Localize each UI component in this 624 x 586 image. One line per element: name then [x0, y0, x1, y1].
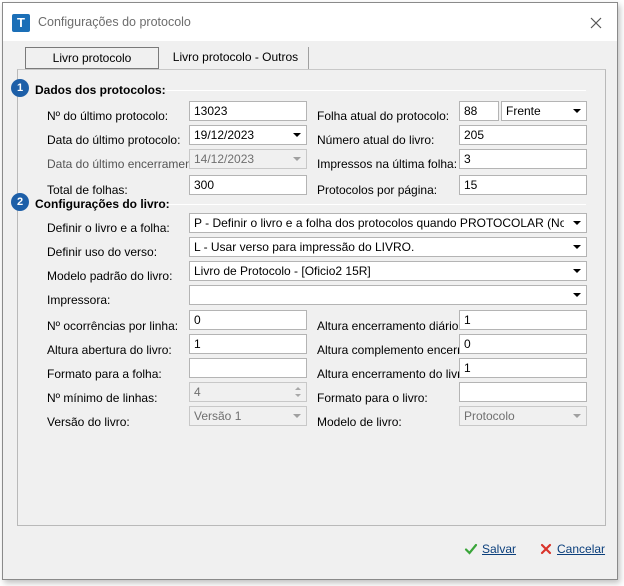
formato-folha-label: Formato para a folha:	[47, 367, 162, 381]
save-button[interactable]: Salvar	[464, 538, 516, 560]
section-title: Configurações do livro:	[35, 197, 170, 211]
versao-select: Versão 1	[189, 406, 307, 426]
altura-encerramento-livro-label: Altura encerramento do livro:	[317, 367, 472, 381]
checkmark-icon	[464, 543, 478, 555]
select-value: L - Usar verso para impressão do LIVRO.	[194, 240, 415, 254]
section-title: Dados dos protocolos:	[35, 83, 166, 97]
modelo-livro-label: Modelo de livro:	[317, 415, 402, 429]
total-folhas-input[interactable]: 300	[189, 175, 307, 195]
formato-livro-label: Formato para o livro:	[317, 391, 428, 405]
close-button[interactable]	[588, 15, 604, 31]
chevron-down-icon[interactable]	[568, 102, 586, 120]
tab-livro-protocolo[interactable]: Livro protocolo	[25, 47, 159, 69]
window-title: Configurações do protocolo	[38, 15, 191, 29]
tab-label: Livro protocolo	[52, 51, 132, 65]
x-mark-icon	[540, 543, 552, 555]
definir-verso-label: Definir uso do verso:	[47, 245, 158, 259]
section-divider	[166, 204, 586, 205]
chevron-down-icon[interactable]	[568, 286, 586, 304]
folha-atual-label: Folha atual do protocolo:	[317, 109, 450, 123]
tab-livro-protocolo-outros[interactable]: Livro protocolo - Outros	[163, 47, 309, 69]
chevron-down-icon	[288, 150, 306, 168]
total-folhas-label: Total de folhas:	[47, 183, 128, 197]
modelo-padrao-label: Modelo padrão do livro:	[47, 269, 173, 283]
data-ultimo-encerramento-label: Data do último encerramento:	[47, 157, 206, 171]
select-value: P - Definir o livro e a folha dos protoc…	[194, 216, 564, 230]
chevron-down-icon	[288, 407, 306, 425]
section-number-badge: 1	[11, 79, 29, 97]
section-number-badge: 2	[11, 193, 29, 211]
close-icon	[590, 17, 602, 29]
chevron-down-icon[interactable]	[288, 126, 306, 144]
data-ultimo-protocolo-datepicker[interactable]: 19/12/2023	[189, 125, 307, 145]
minimo-linhas-spinner: 4	[189, 382, 307, 402]
select-value: Versão 1	[194, 409, 242, 423]
folha-lado-select[interactable]: Frente	[501, 101, 587, 121]
modelo-padrao-select[interactable]: Livro de Protocolo - [Oficio2 15R]	[189, 261, 587, 281]
save-label: Salvar	[482, 542, 517, 556]
impressos-input[interactable]: 3	[459, 149, 587, 169]
impressora-select[interactable]	[189, 285, 587, 305]
modelo-livro-select: Protocolo	[459, 406, 587, 426]
title-bar: T Configurações do protocolo	[3, 3, 617, 41]
spinner-arrows-icon	[290, 383, 306, 401]
protocolos-pagina-label: Protocolos por página:	[317, 183, 438, 197]
app-logo-icon: T	[12, 14, 30, 32]
altura-complemento-label: Altura complemento encerr.:	[317, 343, 468, 357]
altura-abertura-label: Altura abertura do livro:	[47, 343, 172, 357]
numero-livro-label: Número atual do livro:	[317, 133, 435, 147]
definir-verso-select[interactable]: L - Usar verso para impressão do LIVRO.	[189, 237, 587, 257]
ultimo-protocolo-label: Nº do último protocolo:	[47, 109, 169, 123]
select-value: Frente	[506, 104, 541, 118]
folha-atual-input[interactable]: 88	[459, 101, 499, 121]
cancel-button[interactable]: Cancelar	[539, 538, 605, 560]
dialog-window: T Configurações do protocolo Livro proto…	[2, 2, 618, 580]
data-ultimo-encerramento-datepicker: 14/12/2023	[189, 149, 307, 169]
date-value: 14/12/2023	[194, 152, 255, 166]
spinner-value: 4	[194, 385, 201, 399]
protocolos-pagina-input[interactable]: 15	[459, 175, 587, 195]
definir-livro-select[interactable]: P - Definir o livro e a folha dos protoc…	[189, 213, 587, 233]
ocorrencias-label: Nº ocorrências por linha:	[47, 319, 179, 333]
select-value: Protocolo	[464, 409, 515, 423]
chevron-down-icon[interactable]	[568, 262, 586, 280]
altura-encerramento-diario-label: Altura encerramento diário:	[317, 319, 462, 333]
section-divider	[166, 90, 586, 91]
ocorrencias-input[interactable]: 0	[189, 310, 307, 330]
definir-livro-label: Definir o livro e a folha:	[47, 221, 170, 235]
impressora-label: Impressora:	[47, 293, 111, 307]
minimo-linhas-label: Nº mínimo de linhas:	[47, 391, 158, 405]
data-ultimo-protocolo-label: Data do último protocolo:	[47, 133, 181, 147]
formato-livro-input[interactable]	[459, 382, 587, 402]
versao-label: Versão do livro:	[47, 415, 130, 429]
altura-encerramento-livro-input[interactable]: 1	[459, 358, 587, 378]
chevron-down-icon	[568, 407, 586, 425]
ultimo-protocolo-input[interactable]: 13023	[189, 101, 307, 121]
numero-livro-input[interactable]: 205	[459, 125, 587, 145]
tab-label: Livro protocolo - Outros	[172, 50, 299, 64]
altura-complemento-input[interactable]: 0	[459, 334, 587, 354]
impressos-label: Impressos na última folha:	[317, 157, 458, 171]
altura-abertura-input[interactable]: 1	[189, 334, 307, 354]
select-value: Livro de Protocolo - [Oficio2 15R]	[194, 264, 371, 278]
cancel-label: Cancelar	[557, 542, 606, 556]
chevron-down-icon[interactable]	[568, 214, 586, 232]
formato-folha-input[interactable]	[189, 358, 307, 378]
chevron-down-icon[interactable]	[568, 238, 586, 256]
altura-encerramento-diario-input[interactable]: 1	[459, 310, 587, 330]
date-value: 19/12/2023	[194, 128, 255, 142]
